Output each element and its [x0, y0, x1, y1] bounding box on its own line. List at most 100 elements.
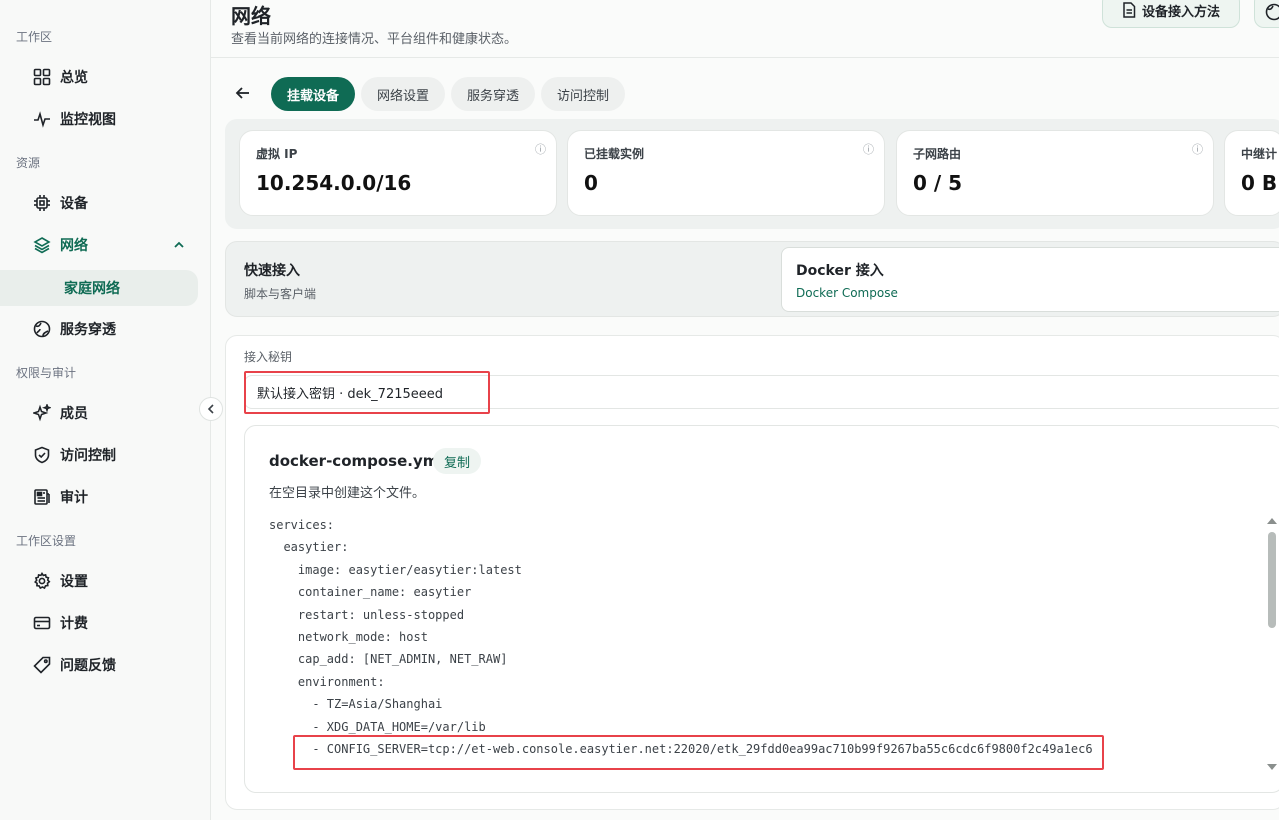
sidebar: 工作区 总览 监控视图 资源 设备 网络 家庭网络 服务穿透 权限与审计 成员 … — [0, 0, 211, 820]
scroll-thumb[interactable] — [1268, 532, 1276, 628]
stat-label: 虚拟 IP — [256, 147, 298, 161]
sidebar-item-label: 设置 — [60, 574, 88, 590]
code-line: services: — [269, 518, 335, 532]
compose-code-block[interactable]: services: easytier: image: easytier/easy… — [269, 514, 1093, 760]
stat-label: 子网路由 — [913, 147, 962, 161]
code-line: cap_add: [NET_ADMIN, NET_RAW] — [269, 652, 508, 667]
stat-label: 已挂载实例 — [584, 147, 645, 161]
language-button[interactable] — [1254, 0, 1279, 28]
stat-card-virtual-ip: 虚拟 IP 10.254.0.0/16 ⓘ — [239, 130, 557, 216]
device-access-button[interactable]: 设备接入方法 — [1102, 0, 1240, 28]
tab-network-settings[interactable]: 网络设置 — [361, 77, 445, 111]
document-icon — [1123, 2, 1136, 18]
code-line: network_mode: host — [269, 629, 428, 644]
sidebar-item-label: 问题反馈 — [60, 658, 116, 674]
copy-button[interactable]: 复制 — [433, 448, 481, 474]
sidebar-item-network[interactable]: 网络 — [0, 227, 198, 263]
code-line: easytier: — [269, 540, 349, 555]
stat-label: 中继计 — [1241, 147, 1278, 161]
code-line: - XDG_DATA_HOME=/var/lib — [269, 719, 486, 734]
sidebar-item-label: 网络 — [60, 238, 88, 254]
sidebar-item-label: 访问控制 — [60, 448, 116, 464]
stat-value: 0 — [584, 171, 598, 195]
nav-group-settings: 工作区设置 — [16, 534, 77, 548]
tab-mounted-devices[interactable]: 挂载设备 — [271, 77, 355, 111]
chevron-up-icon[interactable] — [172, 237, 186, 256]
code-line: - CONFIG_SERVER=tcp://et-web.console.eas… — [269, 741, 1093, 756]
scroll-down-icon[interactable] — [1267, 764, 1277, 770]
sidebar-item-label: 家庭网络 — [64, 281, 120, 297]
globe-icon — [32, 319, 52, 339]
sidebar-item-monitor[interactable]: 监控视图 — [0, 101, 198, 137]
back-button[interactable] — [234, 84, 252, 106]
credit-card-icon — [32, 613, 52, 633]
nav-group-workspace: 工作区 — [16, 30, 53, 44]
sidebar-item-devices[interactable]: 设备 — [0, 185, 198, 221]
arrow-left-icon — [235, 87, 249, 99]
stat-value: 10.254.0.0/16 — [256, 171, 412, 195]
docker-access-title: Docker 接入 — [796, 263, 884, 279]
docker-access-subtitle: Docker Compose — [796, 286, 898, 300]
nav-group-permissions: 权限与审计 — [16, 366, 77, 380]
code-line: container_name: easytier — [269, 585, 472, 600]
stat-card-subnet-routes: 子网路由 0 / 5 ⓘ — [896, 130, 1214, 216]
sidebar-item-label: 设备 — [60, 196, 88, 212]
stat-value: 0 / 5 — [913, 171, 963, 195]
gear-icon — [32, 571, 52, 591]
compose-description: 在空目录中创建这个文件。 — [269, 486, 426, 501]
sidebar-item-home-network[interactable]: 家庭网络 — [0, 270, 198, 306]
code-line: environment: — [269, 674, 385, 689]
header-divider — [211, 57, 1279, 58]
info-icon[interactable]: ⓘ — [1192, 141, 1203, 157]
sidebar-item-settings[interactable]: 设置 — [0, 563, 198, 599]
docker-access-option[interactable]: Docker 接入 Docker Compose — [781, 247, 1279, 312]
info-icon[interactable]: ⓘ — [863, 141, 874, 157]
sidebar-item-label: 监控视图 — [60, 112, 116, 128]
newspaper-icon — [32, 487, 52, 507]
sidebar-item-label: 服务穿透 — [60, 322, 116, 338]
quick-access-subtitle: 脚本与客户端 — [244, 287, 317, 301]
layers-icon — [32, 235, 52, 255]
grid-icon — [32, 67, 52, 87]
page-description: 查看当前网络的连接情况、平台组件和健康状态。 — [231, 32, 518, 47]
sidebar-item-overview[interactable]: 总览 — [0, 59, 198, 95]
sidebar-item-label: 审计 — [60, 490, 88, 506]
compose-filename: docker-compose.yml — [269, 452, 444, 470]
sidebar-item-label: 计费 — [60, 616, 88, 632]
quick-access-title: 快速接入 — [244, 263, 300, 279]
compose-card: docker-compose.yml 复制 在空目录中创建这个文件。 servi… — [244, 425, 1279, 793]
sidebar-item-access-control[interactable]: 访问控制 — [0, 437, 198, 473]
nav-group-resources: 资源 — [16, 156, 41, 170]
code-scrollbar[interactable] — [1266, 518, 1279, 770]
stat-card-mounted-instances: 已挂载实例 0 ⓘ — [567, 130, 885, 216]
sidebar-item-members[interactable]: 成员 — [0, 395, 198, 431]
code-line: image: easytier/easytier:latest — [269, 562, 522, 577]
code-line: - TZ=Asia/Shanghai — [269, 697, 443, 712]
page-title: 网络 — [231, 4, 271, 28]
sidebar-item-audit[interactable]: 审计 — [0, 479, 198, 515]
tab-service-tunnel[interactable]: 服务穿透 — [451, 77, 535, 111]
chip-icon — [32, 193, 52, 213]
stat-card-relay: 中继计 0 B — [1224, 130, 1279, 216]
sidebar-item-label: 成员 — [60, 406, 88, 422]
secret-select[interactable]: 默认接入密钥 · dek_7215eeed — [244, 375, 1279, 409]
sidebar-item-billing[interactable]: 计费 — [0, 605, 198, 641]
secret-select-value: 默认接入密钥 · dek_7215eeed — [257, 386, 444, 402]
sparkles-icon — [32, 403, 52, 423]
stat-value: 0 B — [1241, 171, 1278, 195]
secret-label: 接入秘钥 — [244, 350, 293, 364]
sidebar-collapse-button[interactable] — [199, 397, 223, 421]
scroll-up-icon[interactable] — [1267, 518, 1277, 524]
shield-check-icon — [32, 445, 52, 465]
sidebar-item-service-tunnel[interactable]: 服务穿透 — [0, 311, 198, 347]
tab-access-control[interactable]: 访问控制 — [541, 77, 625, 111]
code-line: restart: unless-stopped — [269, 607, 465, 622]
sidebar-item-feedback[interactable]: 问题反馈 — [0, 647, 198, 683]
info-icon[interactable]: ⓘ — [535, 141, 546, 157]
globe-icon — [1265, 3, 1279, 21]
activity-icon — [32, 109, 52, 129]
chevron-left-icon — [207, 404, 214, 414]
device-access-button-label: 设备接入方法 — [1141, 4, 1220, 20]
sidebar-item-label: 总览 — [60, 70, 88, 86]
tag-icon — [32, 655, 52, 675]
